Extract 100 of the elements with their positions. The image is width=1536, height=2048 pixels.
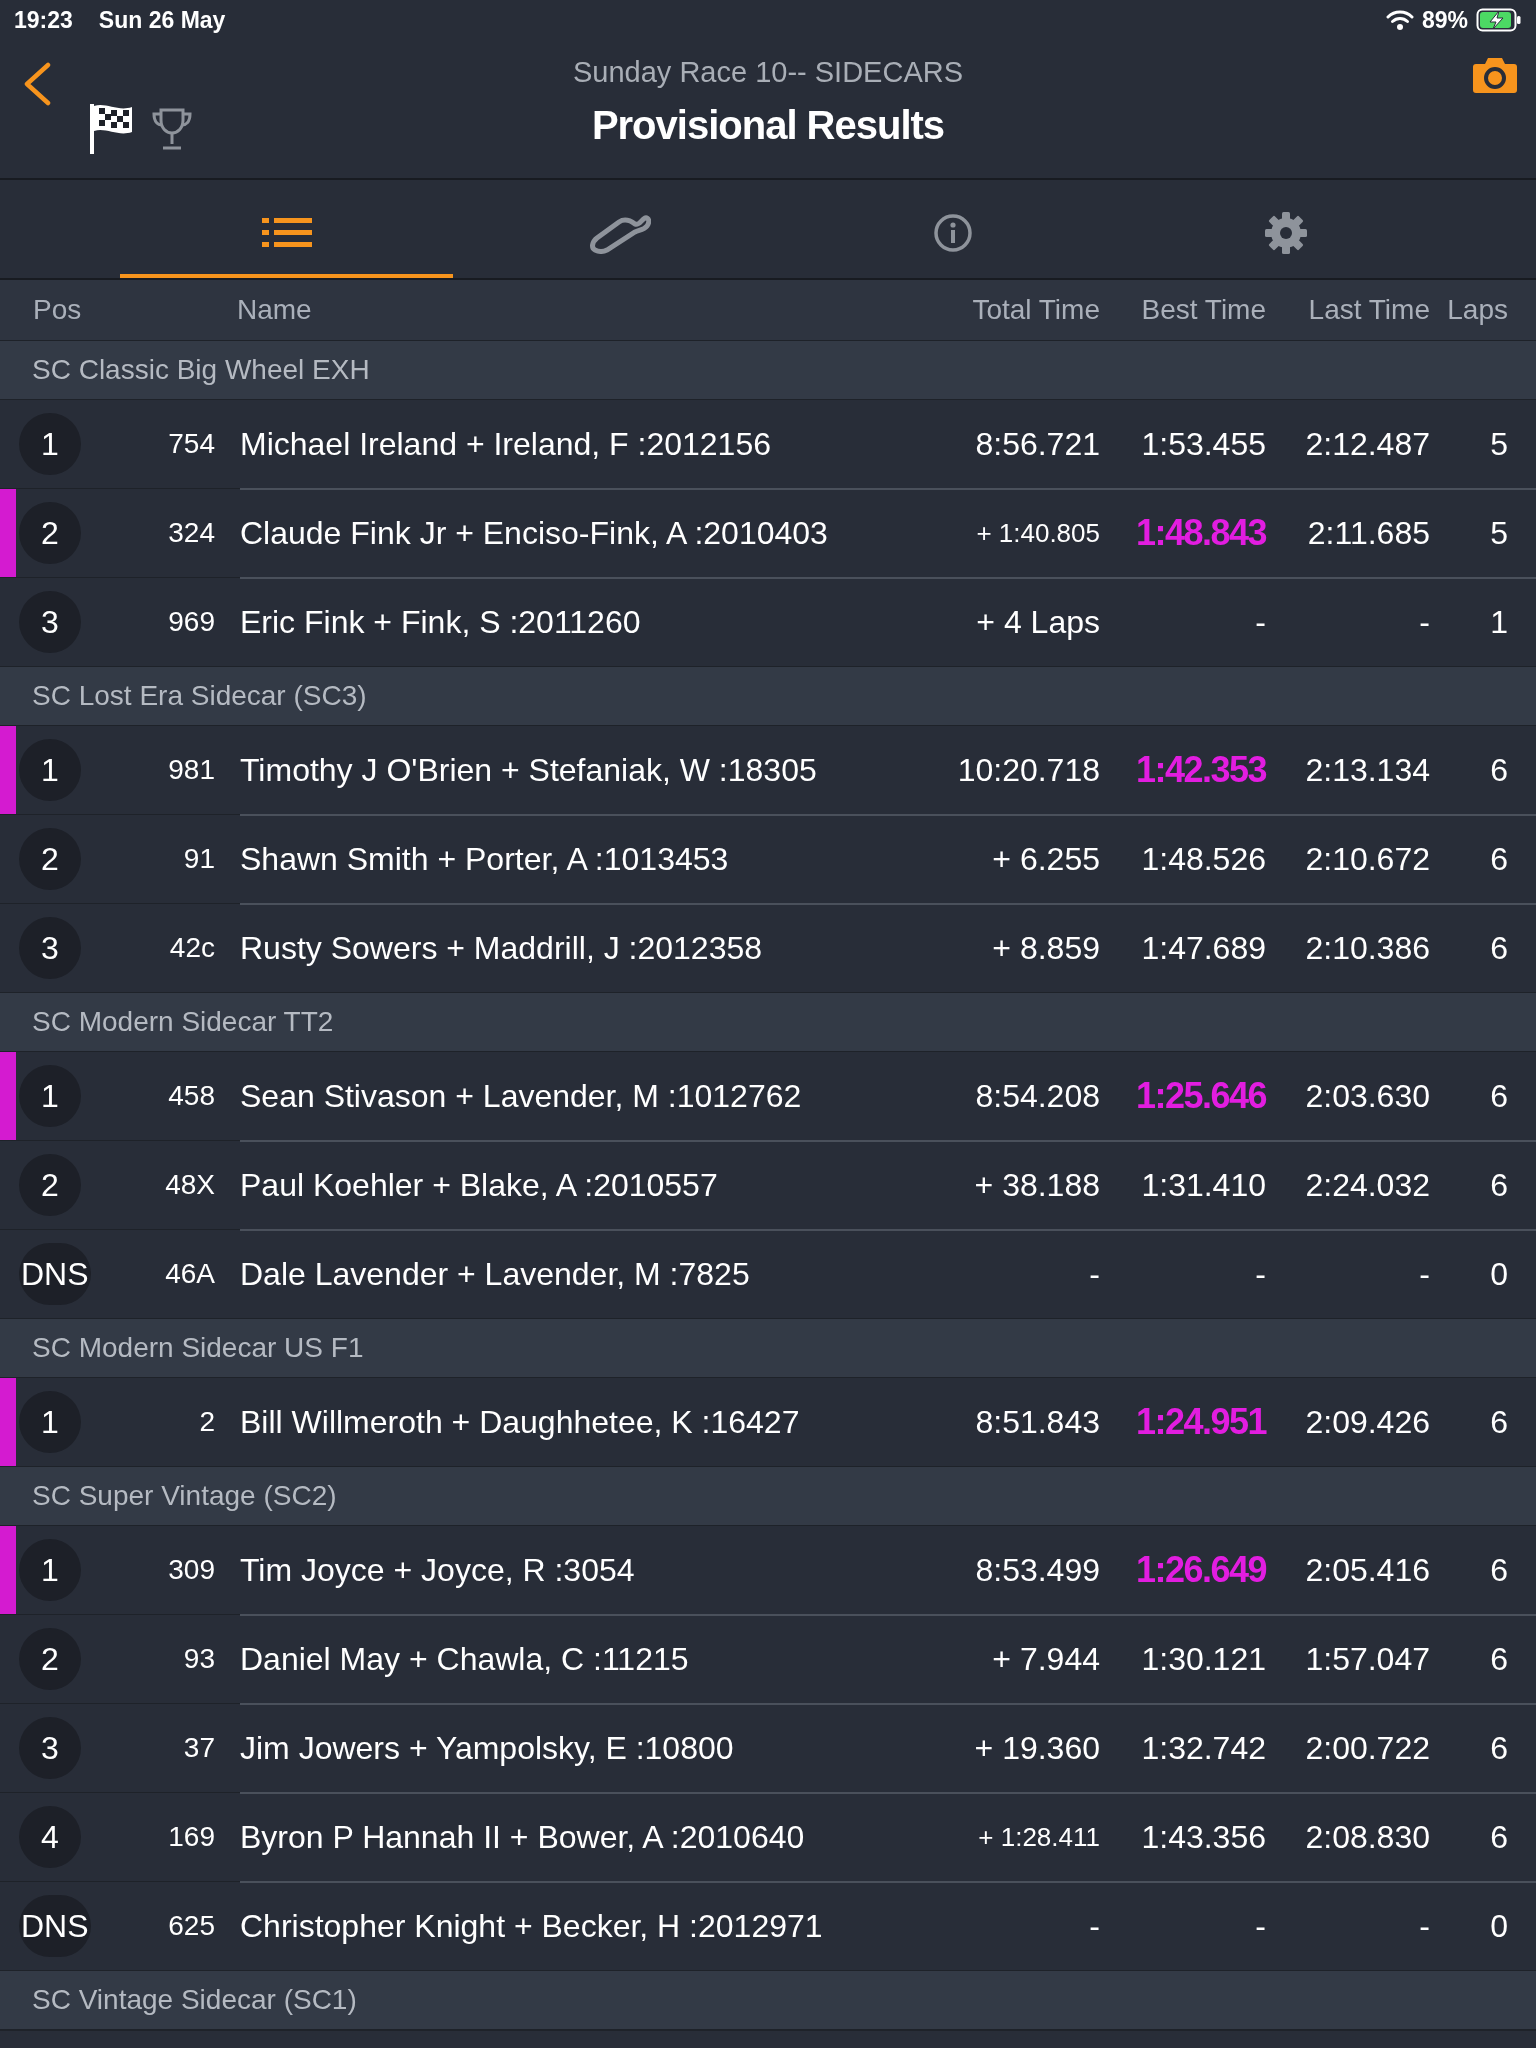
bike-number: 46A <box>164 1258 215 1290</box>
rider-name[interactable]: Michael Ireland + Ireland, F :2012156 <box>240 425 930 463</box>
lap-count: 6 <box>1489 1640 1509 1678</box>
position-badge: 2 <box>19 1628 81 1690</box>
last-time: 2:11.685 <box>1306 514 1430 552</box>
rider-name[interactable]: Byron P Hannah II + Bower, A :2010640 <box>240 1818 930 1856</box>
best-time: 1:48.526 <box>1140 840 1266 878</box>
total-time: + 8.859 <box>991 929 1100 967</box>
lap-count: 0 <box>1489 1255 1509 1293</box>
rider-name[interactable]: Eric Fink + Fink, S :2011260 <box>240 603 930 641</box>
last-time: - <box>1418 603 1430 641</box>
class-group-header: SC Lost Era Sidecar (SC3) <box>0 666 1536 726</box>
total-time: + 7.944 <box>991 1640 1100 1678</box>
column-header[interactable]: Pos <box>16 294 215 326</box>
bike-number: 42c <box>168 932 215 964</box>
best-time: 1:31.410 <box>1140 1166 1266 1204</box>
last-time: 1:57.047 <box>1304 1640 1430 1678</box>
lap-count: 5 <box>1489 425 1509 463</box>
checkered-flag-icon[interactable] <box>88 102 134 156</box>
lap-count: 6 <box>1489 1166 1509 1204</box>
best-time: - <box>1254 603 1266 641</box>
rider-name[interactable]: Christopher Knight + Becker, H :2012971 <box>240 1907 930 1945</box>
column-header[interactable]: Name <box>237 294 930 326</box>
column-header[interactable]: Last Time <box>1266 294 1430 326</box>
race-subtitle: Sunday Race 10-- SIDECARS <box>572 56 964 89</box>
bike-number: 91 <box>182 843 215 875</box>
lap-count: 6 <box>1489 1551 1509 1589</box>
rider-name[interactable]: Claude Fink Jr + Enciso-Fink, A :2010403 <box>240 514 930 552</box>
position-badge: 2 <box>19 1154 81 1216</box>
last-time: 2:24.032 <box>1304 1166 1430 1204</box>
best-time: 1:32.742 <box>1140 1729 1266 1767</box>
lap-count: 6 <box>1489 751 1509 789</box>
battery-charging-icon <box>1476 8 1522 32</box>
bike-number: 37 <box>182 1732 215 1764</box>
last-time: 2:03.630 <box>1304 1077 1430 1115</box>
best-time: - <box>1254 1907 1266 1945</box>
class-group-header: SC Super Vintage (SC2) <box>0 1466 1536 1526</box>
lap-count: 6 <box>1489 1077 1509 1115</box>
bike-number: 309 <box>167 1554 215 1586</box>
total-time: + 19.360 <box>973 1729 1100 1767</box>
page-title: Provisional Results <box>591 103 945 148</box>
last-time: 2:10.672 <box>1304 840 1430 878</box>
lap-count: 6 <box>1489 1729 1509 1767</box>
total-time: + 1:40.805 <box>975 517 1100 549</box>
total-time: - <box>1088 1255 1100 1293</box>
lap-count: 1 <box>1489 603 1509 641</box>
bike-number: 324 <box>167 517 215 549</box>
rider-name[interactable]: Jim Jowers + Yampolsky, E :10800 <box>240 1729 930 1767</box>
total-time: + 6.255 <box>991 840 1100 878</box>
battery-percent: 89% <box>1421 6 1468 34</box>
position-badge: 3 <box>19 1717 81 1779</box>
position-badge: DNS <box>19 1895 91 1957</box>
best-time: 1:26.649 <box>1134 1549 1266 1591</box>
column-header[interactable]: Best Time <box>1100 294 1266 326</box>
position-badge: 4 <box>19 1806 81 1868</box>
rider-name[interactable]: Tim Joyce + Joyce, R :3054 <box>240 1551 930 1589</box>
rider-name[interactable]: Daniel May + Chawla, C :11215 <box>240 1640 930 1678</box>
best-time: 1:48.843 <box>1134 512 1266 554</box>
rider-name[interactable]: Rusty Sowers + Maddrill, J :2012358 <box>240 929 930 967</box>
total-time: 10:20.718 <box>956 751 1100 789</box>
position-badge: 1 <box>19 413 81 475</box>
rider-name[interactable]: Shawn Smith + Porter, A :1013453 <box>240 840 930 878</box>
lap-count: 5 <box>1489 514 1509 552</box>
total-time: 8:53.499 <box>974 1551 1100 1589</box>
lap-count: 6 <box>1489 929 1509 967</box>
status-date: Sun 26 May <box>98 6 226 34</box>
best-time: 1:30.121 <box>1140 1640 1266 1678</box>
total-time: + 38.188 <box>973 1166 1100 1204</box>
last-time: 2:10.386 <box>1304 929 1430 967</box>
total-time: - <box>1088 1907 1100 1945</box>
last-time: 2:13.134 <box>1304 751 1430 789</box>
total-time: 8:56.721 <box>974 425 1100 463</box>
position-badge: 1 <box>19 739 81 801</box>
bike-number: 169 <box>167 1821 215 1853</box>
position-badge: 1 <box>19 1065 81 1127</box>
list-icon <box>261 218 312 248</box>
rider-name[interactable]: Dale Lavender + Lavender, M :7825 <box>240 1255 930 1293</box>
bike-number: 969 <box>167 606 215 638</box>
trophy-icon[interactable] <box>150 106 194 152</box>
rider-name[interactable]: Sean Stivason + Lavender, M :1012762 <box>240 1077 930 1115</box>
lap-count: 6 <box>1489 1818 1509 1856</box>
wifi-icon <box>1385 9 1414 31</box>
class-group-header: SC Vintage Sidecar (SC1) <box>0 1970 1536 2030</box>
column-header[interactable]: Laps <box>1430 294 1522 326</box>
total-time: 8:51.843 <box>974 1403 1100 1441</box>
column-header[interactable]: Total Time <box>930 294 1100 326</box>
last-time: 2:09.426 <box>1304 1403 1430 1441</box>
class-group-header: SC Modern Sidecar US F1 <box>0 1318 1536 1378</box>
rider-name[interactable]: Bill Willmeroth + Daughhetee, K :16427 <box>240 1403 930 1441</box>
total-time: 8:54.208 <box>974 1077 1100 1115</box>
bike-number: 981 <box>167 754 215 786</box>
best-time: 1:47.689 <box>1140 929 1266 967</box>
position-badge: 3 <box>19 917 81 979</box>
best-time: 1:43.356 <box>1140 1818 1266 1856</box>
bike-number: 48X <box>164 1169 215 1201</box>
track-outline-icon <box>588 212 651 254</box>
position-badge: 1 <box>19 1539 81 1601</box>
back-chevron-icon[interactable] <box>22 62 52 106</box>
rider-name[interactable]: Paul Koehler + Blake, A :2010557 <box>240 1166 930 1204</box>
rider-name[interactable]: Timothy J O'Brien + Stefaniak, W :18305 <box>240 751 930 789</box>
